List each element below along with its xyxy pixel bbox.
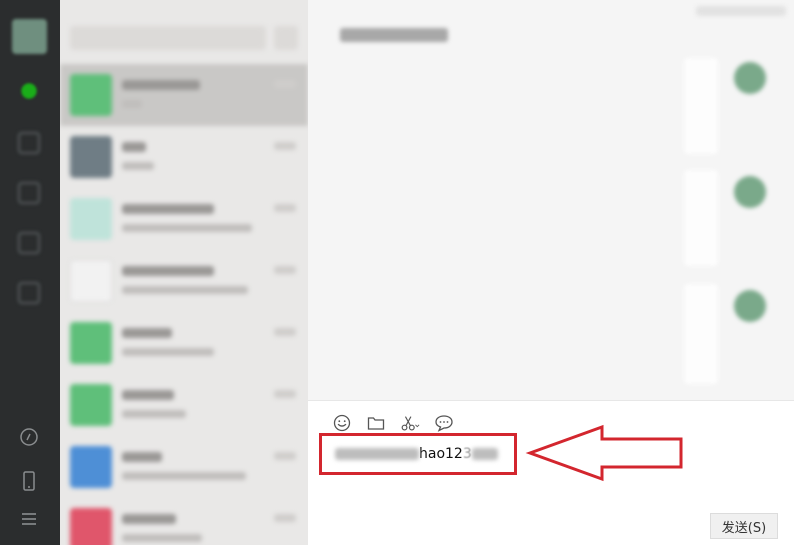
chat-title xyxy=(340,28,448,42)
message-draft-text: hao123 xyxy=(335,446,498,462)
message-bubble xyxy=(684,284,718,384)
conversation-item[interactable] xyxy=(60,64,308,126)
folder-icon[interactable] xyxy=(366,413,386,433)
moments-icon[interactable] xyxy=(18,426,40,448)
url-visible-text-2: 3 xyxy=(462,446,472,462)
message-bubble xyxy=(684,58,718,154)
url-visible-text: hao12 xyxy=(419,446,463,462)
conversation-item[interactable] xyxy=(60,250,308,312)
search-input[interactable] xyxy=(70,26,266,50)
menu-icon[interactable] xyxy=(18,508,40,530)
message-input-area: hao123 发送(S) xyxy=(308,400,794,545)
scissors-icon[interactable] xyxy=(400,413,420,433)
conversation-item[interactable] xyxy=(60,436,308,498)
add-button[interactable] xyxy=(274,26,298,50)
conversation-item[interactable] xyxy=(60,188,308,250)
phone-icon[interactable] xyxy=(18,470,40,492)
chat-pane: hao123 发送(S) xyxy=(308,0,794,545)
conversation-item[interactable] xyxy=(60,126,308,188)
chat-icon[interactable] xyxy=(21,83,37,99)
contacts-icon[interactable] xyxy=(18,132,40,154)
navigation-rail xyxy=(0,0,60,545)
highlighted-url-input[interactable]: hao123 xyxy=(319,433,517,475)
message-bubble xyxy=(684,170,718,266)
user-avatar[interactable] xyxy=(12,19,47,54)
user-avatar xyxy=(734,176,766,208)
conversation-item[interactable] xyxy=(60,374,308,436)
mini-programs-icon[interactable] xyxy=(18,282,40,304)
files-icon[interactable] xyxy=(18,232,40,254)
app-window: hao123 发送(S) xyxy=(0,0,794,545)
favorites-icon[interactable] xyxy=(18,182,40,204)
user-avatar xyxy=(734,290,766,322)
chat-bubble-icon[interactable] xyxy=(434,413,454,433)
conversation-list xyxy=(60,0,308,545)
send-button[interactable]: 发送(S) xyxy=(710,513,778,539)
conversation-item[interactable] xyxy=(60,312,308,374)
user-avatar xyxy=(734,62,766,94)
emoji-icon[interactable] xyxy=(332,413,352,433)
input-toolbar xyxy=(332,413,454,433)
conversation-item[interactable] xyxy=(60,498,308,545)
annotation-arrow xyxy=(525,424,683,482)
